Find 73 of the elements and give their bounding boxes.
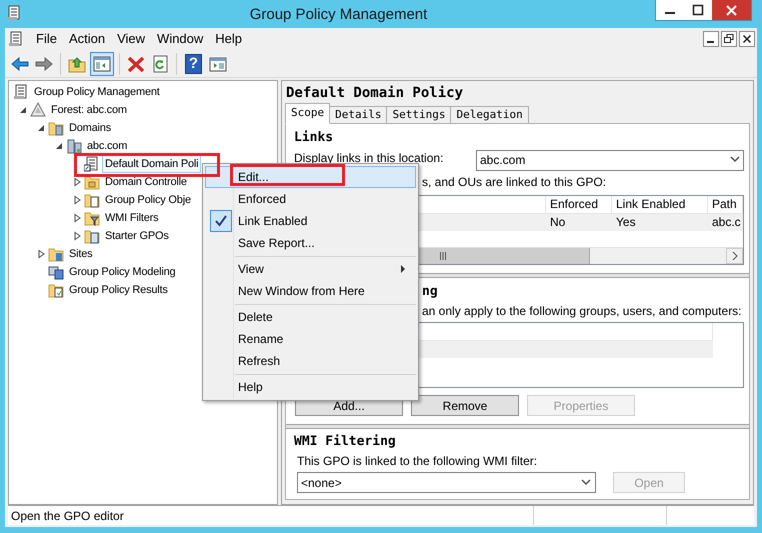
tab[interactable]: Delegation bbox=[450, 106, 529, 124]
field-label: This GPO is linked to the following WMI filter: bbox=[297, 454, 538, 468]
menu-item[interactable]: Action bbox=[62, 29, 112, 49]
folder-icon bbox=[48, 120, 64, 136]
location-dropdown[interactable]: abc.com bbox=[476, 150, 744, 170]
maximize-button[interactable] bbox=[684, 0, 712, 20]
section-heading: ng bbox=[422, 284, 439, 300]
tree-item[interactable]: Domain Controlle bbox=[102, 173, 190, 191]
chevron-down-icon bbox=[730, 156, 740, 164]
computer-icon bbox=[48, 264, 64, 280]
scroll-icon bbox=[13, 84, 29, 100]
field-label: s, and OUs are linked to this GPO: bbox=[422, 175, 608, 189]
column-header[interactable]: Path bbox=[708, 196, 743, 213]
tree-item[interactable]: Group Policy Management bbox=[31, 83, 163, 101]
field-label: Display links in this location: bbox=[294, 150, 444, 167]
field-label: an only apply to the following groups, users, and computers: bbox=[422, 304, 743, 318]
menu-item[interactable]: Delete bbox=[205, 306, 416, 328]
table-cell-text: Yes bbox=[615, 214, 637, 231]
restore-button[interactable] bbox=[721, 31, 737, 47]
menu-item[interactable]: File bbox=[30, 29, 63, 49]
menu-item[interactable]: New Window from Here bbox=[205, 280, 416, 302]
chevron-down-icon bbox=[581, 478, 591, 486]
menu-item[interactable]: View bbox=[111, 29, 152, 49]
minimize-button[interactable] bbox=[656, 0, 684, 20]
tree-item[interactable]: Sites bbox=[66, 245, 96, 263]
menu-item[interactable]: Edit... bbox=[205, 166, 416, 188]
minimize-button[interactable] bbox=[703, 31, 719, 47]
wmi-filter-dropdown[interactable]: <none> bbox=[297, 472, 596, 493]
tab[interactable]: Scope bbox=[285, 103, 330, 124]
tree-item[interactable]: Default Domain Poli bbox=[102, 155, 202, 173]
folder-icon bbox=[84, 228, 100, 244]
menu-item[interactable]: View bbox=[205, 258, 416, 280]
menu-item[interactable]: Enforced bbox=[205, 188, 416, 210]
tree-item[interactable]: Group Policy Modeling bbox=[66, 263, 178, 281]
table-cell-text: abc.c bbox=[711, 214, 742, 231]
tree-item[interactable]: Domains bbox=[66, 119, 114, 137]
folder-icon bbox=[84, 192, 100, 208]
panel-title: Default Domain Policy bbox=[286, 84, 464, 102]
tree-item[interactable]: Group Policy Results bbox=[66, 281, 171, 299]
tree-toggle-button[interactable] bbox=[90, 52, 114, 76]
menu-item[interactable]: Window bbox=[151, 29, 210, 49]
window-title: Group Policy Management bbox=[248, 5, 428, 25]
scroll-icon bbox=[6, 5, 22, 21]
close-button[interactable] bbox=[739, 31, 755, 47]
column-header[interactable]: Link Enabled bbox=[612, 196, 708, 213]
menu-item[interactable]: Rename bbox=[205, 328, 416, 350]
triangle-icon bbox=[30, 102, 46, 118]
folder-icon bbox=[84, 174, 100, 190]
section-heading: Links bbox=[294, 130, 334, 146]
tree-item[interactable]: Starter GPOs bbox=[102, 227, 172, 245]
menu-item[interactable]: Refresh bbox=[205, 350, 416, 372]
help-button[interactable]: ? bbox=[185, 54, 202, 74]
status-text: Open the GPO editor bbox=[10, 508, 125, 524]
menu-item[interactable]: Help bbox=[209, 29, 248, 49]
folder-icon bbox=[48, 246, 64, 262]
folder-icon bbox=[84, 210, 100, 226]
menu-item[interactable]: Link Enabled bbox=[205, 210, 416, 232]
remove-button[interactable]: Remove bbox=[411, 395, 519, 416]
tree-item[interactable]: WMI Filters bbox=[102, 209, 162, 227]
folder-icon bbox=[48, 282, 64, 298]
grip-icon bbox=[438, 252, 446, 260]
section-heading: WMI Filtering bbox=[294, 434, 397, 450]
server-icon bbox=[66, 138, 82, 154]
column-header[interactable]: Enforced bbox=[546, 196, 612, 213]
tree-item[interactable]: abc.com bbox=[84, 137, 130, 155]
scroll-right-button[interactable] bbox=[726, 248, 743, 264]
tree-item[interactable]: Forest: abc.com bbox=[48, 101, 130, 119]
table-cell-text: No bbox=[549, 214, 566, 231]
menu-item[interactable]: Help bbox=[205, 376, 416, 398]
scroll-icon bbox=[8, 31, 24, 47]
menu-item[interactable]: Save Report... bbox=[205, 232, 416, 254]
tree-item[interactable]: Group Policy Obje bbox=[102, 191, 194, 209]
scroll-icon bbox=[84, 156, 100, 172]
